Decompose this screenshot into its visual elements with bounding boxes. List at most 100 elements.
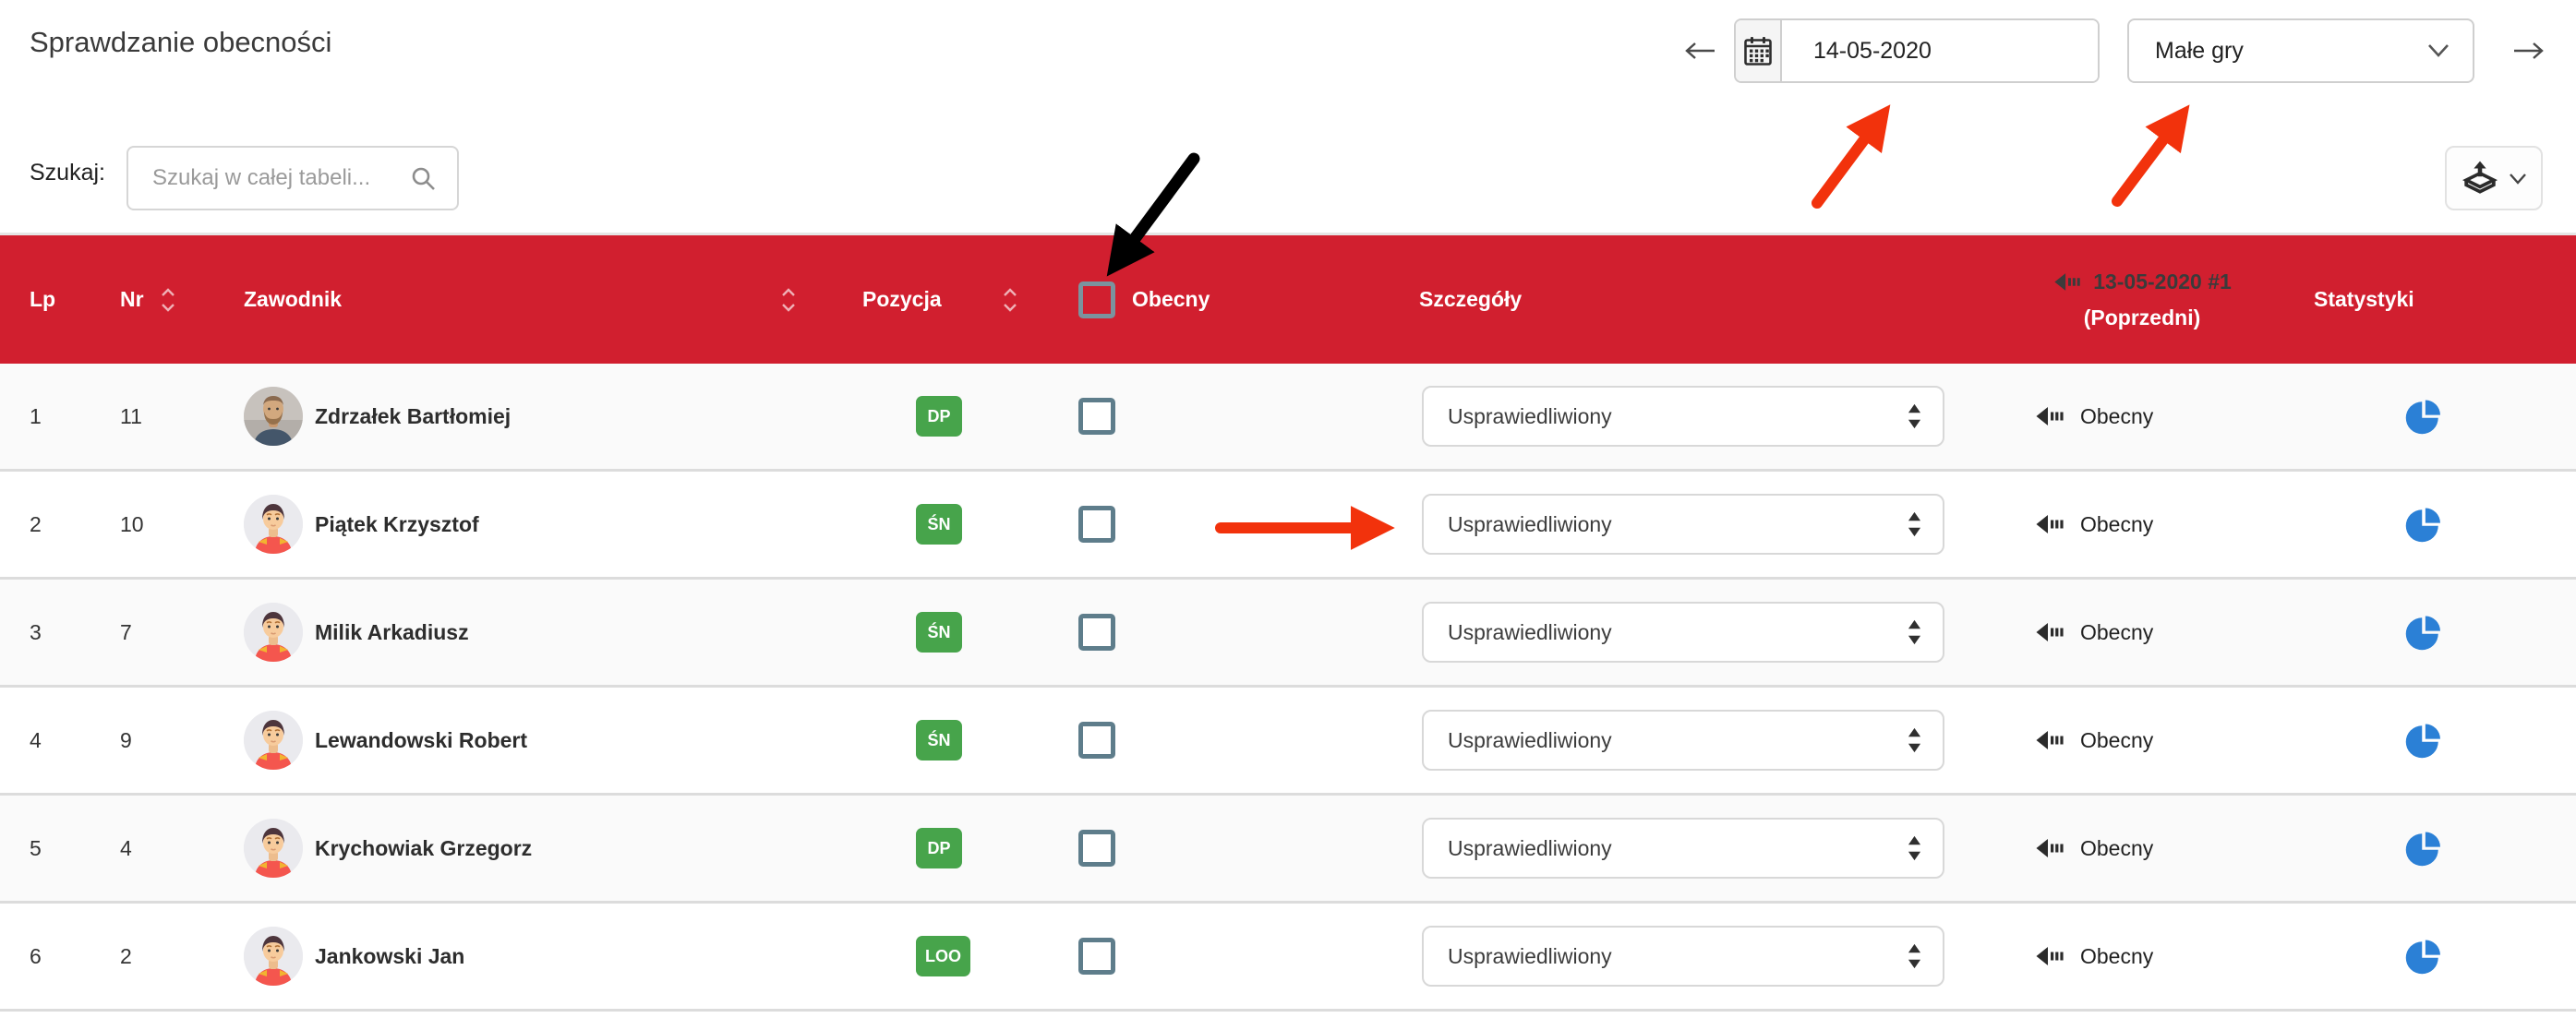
sort-icon[interactable] xyxy=(779,286,798,314)
present-checkbox[interactable] xyxy=(1078,506,1115,543)
previous-day-icon xyxy=(2034,837,2065,859)
position-badge: LOO xyxy=(916,936,970,976)
player-name: Zdrzałek Bartłomiej xyxy=(315,404,511,429)
select-all-checkbox[interactable] xyxy=(1078,281,1115,318)
stats-cell xyxy=(2308,904,2576,1009)
previous-status-cell: Obecny xyxy=(1976,472,2308,577)
player-cell: Zdrzałek Bartłomiej xyxy=(217,364,813,469)
previous-status-cell: Obecny xyxy=(1976,364,2308,469)
details-select[interactable]: Usprawiedliwiony xyxy=(1422,602,1944,663)
select-spinner-icon xyxy=(1907,726,1922,754)
previous-date-button[interactable] xyxy=(1680,18,1721,83)
pie-chart-icon[interactable] xyxy=(2404,937,2443,976)
stats-cell xyxy=(2308,580,2576,685)
details-select[interactable]: Usprawiedliwiony xyxy=(1422,494,1944,555)
position-badge: DP xyxy=(916,828,962,868)
select-spinner-icon xyxy=(1907,834,1922,862)
date-picker xyxy=(1734,18,2100,83)
arrow-right-icon xyxy=(2510,41,2546,61)
position-badge: ŚN xyxy=(916,612,962,653)
present-checkbox[interactable] xyxy=(1078,938,1115,975)
position-cell: DP xyxy=(813,796,1043,901)
search-input[interactable] xyxy=(128,164,409,192)
calendar-icon xyxy=(1741,34,1775,67)
table-header: Lp Nr Zawodnik Pozycja xyxy=(0,235,2576,364)
column-header-nr[interactable]: Nr xyxy=(92,235,217,364)
search-label: Szukaj: xyxy=(30,160,105,186)
select-spinner-icon xyxy=(1907,942,1922,970)
previous-status-cell: Obecny xyxy=(1976,904,2308,1009)
calendar-button[interactable] xyxy=(1736,20,1782,81)
details-cell: Usprawiedliwiony xyxy=(1366,904,1976,1009)
details-cell: Usprawiedliwiony xyxy=(1366,364,1976,469)
attendance-table: Lp Nr Zawodnik Pozycja xyxy=(0,233,2576,1012)
stats-cell xyxy=(2308,688,2576,793)
player-number: 2 xyxy=(92,904,217,1009)
player-number: 4 xyxy=(92,796,217,901)
next-date-button[interactable] xyxy=(2508,18,2548,83)
table-row: 1 11 xyxy=(0,364,2576,472)
row-index: 3 xyxy=(0,580,92,685)
row-index: 6 xyxy=(0,904,92,1009)
details-select[interactable]: Usprawiedliwiony xyxy=(1422,818,1944,879)
event-type-select[interactable]: Małe gry xyxy=(2127,18,2474,83)
player-name: Milik Arkadiusz xyxy=(315,620,469,645)
player-cell: Milik Arkadiusz xyxy=(217,580,813,685)
player-cell: Krychowiak Grzegorz xyxy=(217,796,813,901)
pie-chart-icon[interactable] xyxy=(2404,829,2443,868)
date-input[interactable] xyxy=(1782,20,2100,81)
sort-icon[interactable] xyxy=(159,286,177,314)
present-checkbox[interactable] xyxy=(1078,830,1115,867)
previous-day-icon xyxy=(2034,513,2065,535)
present-cell xyxy=(1043,364,1366,469)
row-index: 1 xyxy=(0,364,92,469)
stats-cell xyxy=(2308,472,2576,577)
details-select-value: Usprawiedliwiony xyxy=(1448,404,1612,429)
position-cell: LOO xyxy=(813,904,1043,1009)
position-badge: DP xyxy=(916,396,962,437)
sort-icon[interactable] xyxy=(1001,286,1019,314)
column-header-previous[interactable]: 13-05-2020 #1 (Poprzedni) xyxy=(1976,235,2308,364)
previous-day-icon xyxy=(2034,621,2065,643)
column-header-player[interactable]: Zawodnik xyxy=(217,235,813,364)
previous-status: Obecny xyxy=(2080,512,2153,537)
present-cell xyxy=(1043,904,1366,1009)
select-spinner-icon xyxy=(1907,402,1922,430)
position-cell: ŚN xyxy=(813,688,1043,793)
export-button[interactable] xyxy=(2445,146,2543,210)
chevron-down-icon xyxy=(2509,173,2527,185)
present-cell xyxy=(1043,796,1366,901)
details-cell: Usprawiedliwiony xyxy=(1366,580,1976,685)
details-select-value: Usprawiedliwiony xyxy=(1448,728,1612,753)
player-number: 9 xyxy=(92,688,217,793)
details-select[interactable]: Usprawiedliwiony xyxy=(1422,926,1944,987)
column-header-details: Szczegóły xyxy=(1366,235,1976,364)
previous-day-icon xyxy=(2034,405,2065,427)
details-select[interactable]: Usprawiedliwiony xyxy=(1422,386,1944,447)
avatar xyxy=(244,387,303,446)
avatar xyxy=(244,927,303,986)
pie-chart-icon[interactable] xyxy=(2404,397,2443,436)
avatar xyxy=(244,603,303,662)
present-checkbox[interactable] xyxy=(1078,398,1115,435)
position-badge: ŚN xyxy=(916,504,962,545)
column-header-position[interactable]: Pozycja xyxy=(813,235,1043,364)
table-row: 2 10 xyxy=(0,472,2576,580)
pie-chart-icon[interactable] xyxy=(2404,721,2443,760)
previous-day-icon xyxy=(2034,945,2065,967)
present-checkbox[interactable] xyxy=(1078,722,1115,759)
column-header-stats: Statystyki xyxy=(2308,235,2576,364)
details-select[interactable]: Usprawiedliwiony xyxy=(1422,710,1944,771)
position-cell: ŚN xyxy=(813,580,1043,685)
position-badge: ŚN xyxy=(916,720,962,761)
table-row: 6 2 xyxy=(0,904,2576,1012)
present-cell xyxy=(1043,580,1366,685)
details-select-value: Usprawiedliwiony xyxy=(1448,944,1612,969)
pie-chart-icon[interactable] xyxy=(2404,505,2443,544)
previous-day-icon xyxy=(2034,729,2065,751)
player-name: Lewandowski Robert xyxy=(315,728,527,753)
row-index: 2 xyxy=(0,472,92,577)
column-header-lp[interactable]: Lp xyxy=(0,235,92,364)
pie-chart-icon[interactable] xyxy=(2404,613,2443,652)
present-checkbox[interactable] xyxy=(1078,614,1115,651)
